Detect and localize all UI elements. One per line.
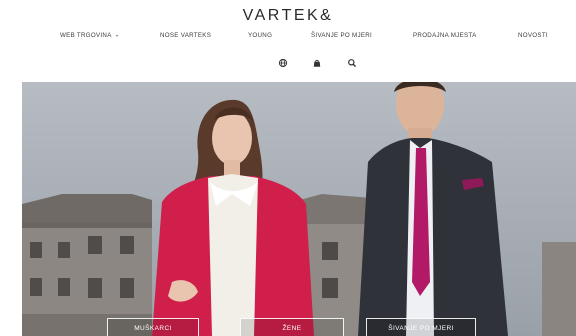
nav-item-web-trgovina[interactable]: WEB TRGOVINA ⌄	[60, 32, 120, 39]
nav-item-sivanje-po-mjeri[interactable]: ŠIVANJE PO MJERI	[311, 32, 372, 39]
nav-item-label: NOSE VARTEKS	[160, 32, 212, 39]
cta-label: MUŠKARCI	[134, 325, 172, 332]
cta-label: ŽENE	[282, 325, 302, 332]
cta-sivanje-po-mjeri-button[interactable]: ŠIVANJE PO MJERI	[366, 318, 476, 336]
globe-icon[interactable]	[278, 58, 288, 68]
nav-item-label: YOUNG	[248, 32, 273, 39]
cta-muskarci-button[interactable]: MUŠKARCI	[107, 318, 199, 336]
cta-zene-button[interactable]: ŽENE	[240, 318, 344, 336]
hero-banner	[22, 82, 576, 336]
page: VARTEK& WEB TRGOVINA ⌄ NOSE VARTEKS YOUNG…	[0, 0, 576, 336]
bag-icon[interactable]	[312, 58, 322, 68]
chevron-down-icon: ⌄	[114, 32, 120, 39]
nav-item-prodajna-mjesta[interactable]: PRODAJNA MJESTA	[413, 32, 477, 39]
hero-image	[22, 82, 576, 336]
nav-item-label: NOVOSTI	[518, 32, 548, 39]
site-header: VARTEK& WEB TRGOVINA ⌄ NOSE VARTEKS YOUNG…	[0, 0, 576, 82]
nav-item-label: WEB TRGOVINA	[60, 32, 112, 39]
search-icon[interactable]	[347, 58, 357, 68]
main-nav: WEB TRGOVINA ⌄ NOSE VARTEKS YOUNG ŠIVANJE…	[0, 32, 576, 44]
nav-item-young[interactable]: YOUNG	[248, 32, 272, 39]
brand-logo[interactable]: VARTEK&	[0, 7, 576, 25]
nav-item-label: ŠIVANJE PO MJERI	[311, 32, 373, 39]
nav-item-label: PRODAJNA MJESTA	[413, 32, 477, 39]
cta-label: ŠIVANJE PO MJERI	[388, 325, 454, 332]
utility-icons	[0, 58, 576, 70]
nav-item-nose-varteks[interactable]: NOSE VARTEKS	[160, 32, 211, 39]
nav-item-novosti[interactable]: NOVOSTI	[518, 32, 548, 39]
